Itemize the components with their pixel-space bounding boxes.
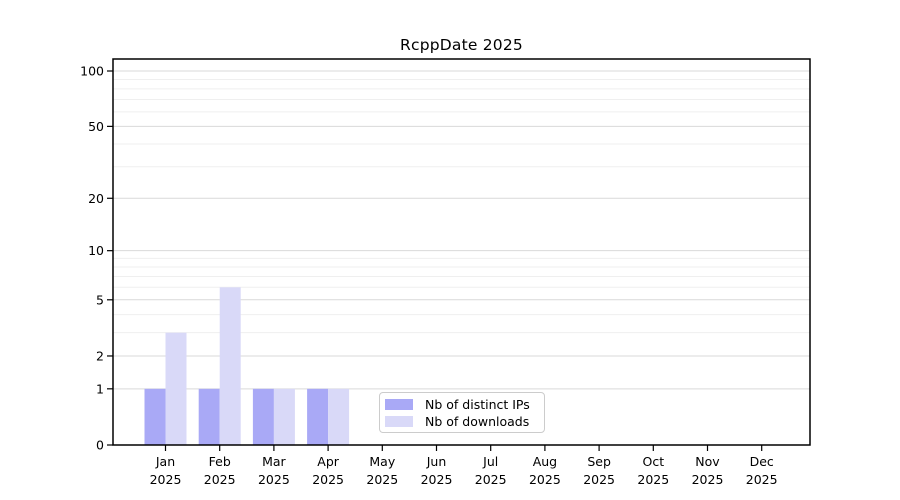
x-tick-label-month: Apr [317, 454, 339, 469]
x-tick-label-year: 2025 [312, 472, 344, 487]
x-tick-label-year: 2025 [529, 472, 561, 487]
y-tick-label: 100 [80, 64, 104, 79]
legend-item-downloads: Nb of downloads [380, 413, 544, 429]
x-tick-label-year: 2025 [692, 472, 724, 487]
x-tick-label-month: Dec [750, 454, 774, 469]
bar-downloads-mar [273, 388, 295, 445]
plot-border [112, 58, 811, 446]
y-tick-label: 0 [96, 438, 104, 453]
legend-swatch-distinct-ips-icon [385, 398, 413, 410]
x-tick-label-year: 2025 [366, 472, 398, 487]
bar-downloads-feb [219, 287, 241, 445]
x-tick-label-month: Jul [482, 454, 498, 469]
x-tick-label-month: Feb [209, 454, 231, 469]
x-tick-label-year: 2025 [746, 472, 778, 487]
y-tick-label: 5 [96, 292, 104, 307]
chart-title: RcppDate 2025 [400, 36, 523, 54]
x-tick-label-year: 2025 [150, 472, 182, 487]
bar-distinct-ips-apr [307, 388, 329, 445]
y-tick-label: 1 [96, 381, 104, 396]
y-tick-label: 50 [88, 119, 104, 134]
legend-label-downloads: Nb of downloads [425, 413, 530, 429]
x-tick-label-month: Mar [262, 454, 286, 469]
bar-distinct-ips-mar [252, 388, 274, 445]
legend: Nb of distinct IPs Nb of downloads [379, 392, 545, 433]
legend-label-distinct-ips: Nb of distinct IPs [425, 396, 530, 412]
x-tick-label-year: 2025 [475, 472, 507, 487]
x-tick-label-month: Jan [155, 454, 175, 469]
bar-distinct-ips-jan [144, 388, 166, 445]
y-tick-label: 2 [96, 348, 104, 363]
bar-downloads-jan [165, 332, 187, 445]
x-tick-label-year: 2025 [204, 472, 236, 487]
chart-figure: 0 1 2 5 10 20 50 100 Jan 2025 Feb 2025 Mar 2025 Apr 202… [0, 0, 900, 500]
bar-distinct-ips-feb [198, 388, 220, 445]
x-tick-label-year: 2025 [258, 472, 290, 487]
x-tick-label-month: Oct [642, 454, 664, 469]
legend-item-distinct-ips: Nb of distinct IPs [380, 396, 544, 412]
y-tick-label: 10 [88, 243, 104, 258]
x-tick-label-month: May [369, 454, 395, 469]
y-tick-label: 20 [88, 191, 104, 206]
x-tick-label-year: 2025 [421, 472, 453, 487]
x-tick-label-month: Jun [426, 454, 447, 469]
x-tick-label-year: 2025 [637, 472, 669, 487]
x-tick-label-month: Sep [587, 454, 611, 469]
bar-downloads-apr [328, 388, 350, 445]
legend-swatch-downloads-icon [385, 415, 413, 427]
x-tick-label-month: Aug [533, 454, 557, 469]
x-tick-label-year: 2025 [583, 472, 615, 487]
x-tick-label-month: Nov [695, 454, 720, 469]
